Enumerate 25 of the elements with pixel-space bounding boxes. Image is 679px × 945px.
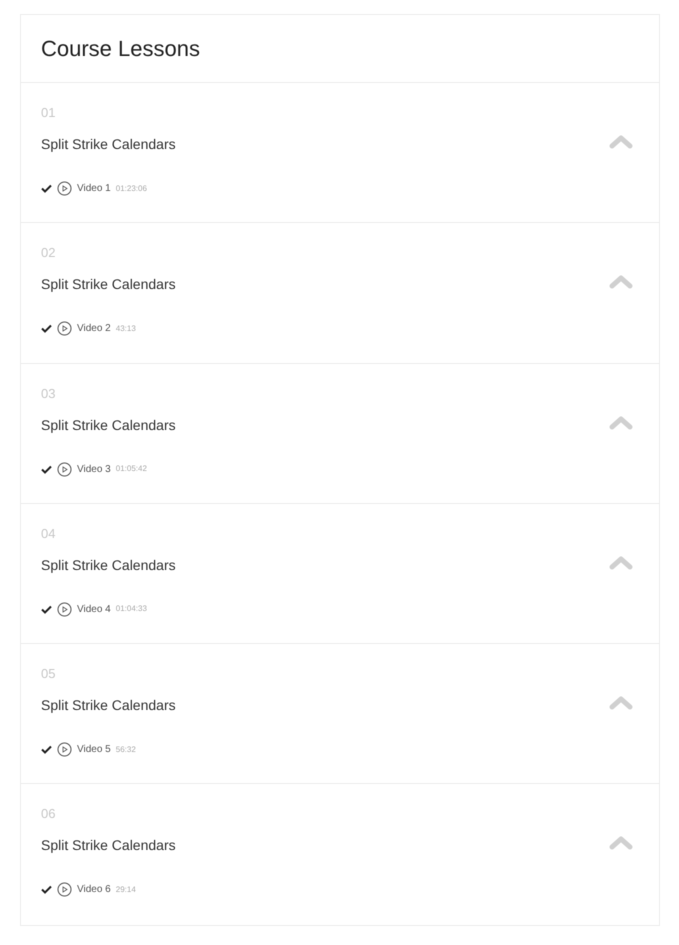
video-duration: 43:13 <box>116 322 136 335</box>
video-duration: 01:23:06 <box>116 182 147 194</box>
video-duration: 56:32 <box>116 744 136 756</box>
video-label[interactable]: Video 2 <box>77 321 111 336</box>
play-circle-icon[interactable] <box>57 742 72 758</box>
lesson-title: Split Strike Calendars <box>41 836 177 854</box>
lesson-title: Split Strike Calendars <box>41 696 177 714</box>
lesson-title: Split Strike Calendars <box>41 275 177 294</box>
play-circle-icon[interactable] <box>57 321 72 336</box>
video-duration: 29:14 <box>116 884 136 896</box>
video-label[interactable]: Video 1 <box>77 181 111 196</box>
play-circle-icon[interactable] <box>57 462 72 477</box>
lesson-title: Split Strike Calendars <box>41 135 177 153</box>
video-label[interactable]: Video 5 <box>77 742 111 758</box>
video-duration: 01:05:42 <box>116 463 147 476</box>
video-duration: 01:04:33 <box>116 603 147 616</box>
play-circle-icon[interactable] <box>57 181 72 196</box>
video-label[interactable]: Video 4 <box>77 602 111 617</box>
video-label[interactable]: Video 6 <box>77 882 111 898</box>
play-circle-icon[interactable] <box>57 602 72 617</box>
video-label[interactable]: Video 3 <box>77 462 111 477</box>
lesson-title: Split Strike Calendars <box>41 556 177 574</box>
card-title: Course Lessons <box>41 35 200 63</box>
play-circle-icon[interactable] <box>57 882 72 898</box>
lesson-title: Split Strike Calendars <box>41 416 177 434</box>
